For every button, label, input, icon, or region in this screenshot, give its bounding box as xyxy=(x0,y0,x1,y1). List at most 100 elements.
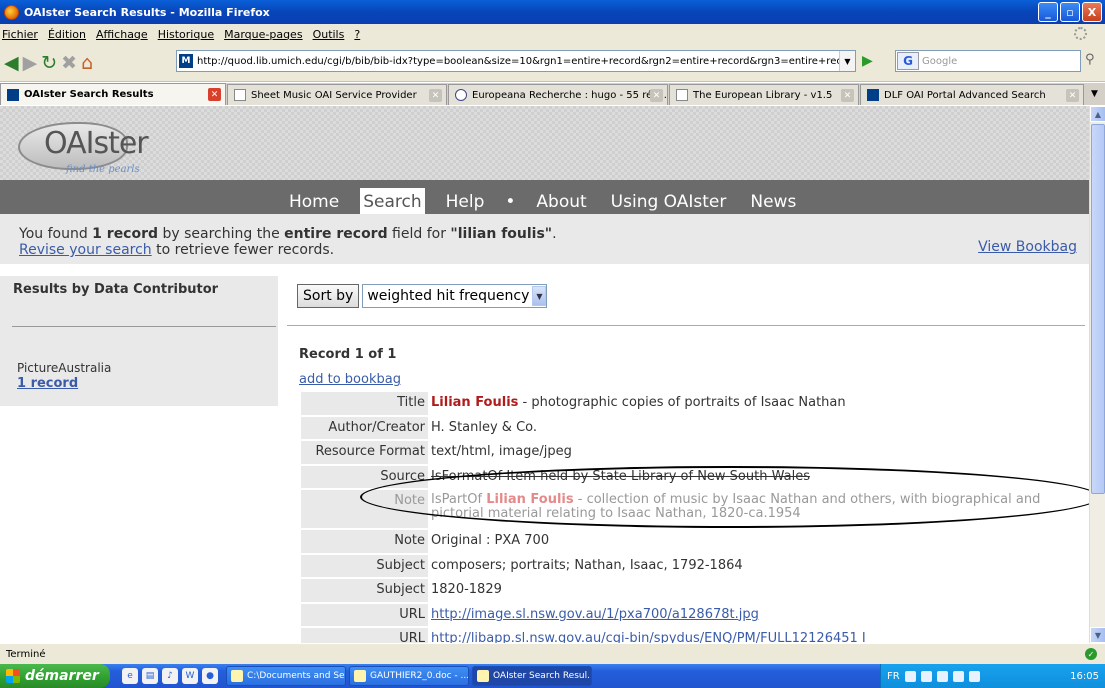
results-divider xyxy=(287,325,1085,326)
word-quicklaunch-icon[interactable]: W xyxy=(182,668,198,684)
tray-update-icon[interactable] xyxy=(968,670,980,682)
tab-close-icon[interactable]: ✕ xyxy=(841,89,854,102)
record-row-author: Author/Creator H. Stanley & Co. xyxy=(301,416,1086,439)
tab-favicon-icon xyxy=(676,89,688,101)
tray-security-icon[interactable] xyxy=(936,670,948,682)
scroll-thumb[interactable] xyxy=(1091,124,1105,494)
window-title: OAIster Search Results - Mozilla Firefox xyxy=(24,5,270,19)
reload-icon[interactable]: ↻ xyxy=(41,52,57,74)
scroll-up-icon[interactable]: ▲ xyxy=(1090,106,1105,122)
tray-volume-icon[interactable] xyxy=(920,670,932,682)
media-quicklaunch-icon[interactable]: ♪ xyxy=(162,668,178,684)
contributor-sidebar: Results by Data Contributor PictureAustr… xyxy=(0,276,278,406)
field-value: http://libapp.sl.nsw.gov.au/cgi-bin/spyd… xyxy=(428,628,866,643)
url-dropdown-icon[interactable]: ▼ xyxy=(839,51,855,71)
navigation-toolbar: ◀ ▶ ↻ ✖ ⌂ M http://quod.lib.umich.edu/cg… xyxy=(0,44,1105,82)
chevron-down-icon[interactable]: ▼ xyxy=(532,286,547,306)
tab-close-icon[interactable]: ✕ xyxy=(650,89,663,102)
tab-list-icon[interactable]: ▼ xyxy=(1091,89,1098,99)
url-bar[interactable]: M http://quod.lib.umich.edu/cgi/b/bib/bi… xyxy=(176,50,856,72)
tab-european-library[interactable]: The European Library - v1.5 ✕ xyxy=(669,84,859,105)
revise-search-link[interactable]: Revise your search xyxy=(19,242,152,258)
tab-close-icon[interactable]: ✕ xyxy=(1066,89,1079,102)
tab-sheet-music[interactable]: Sheet Music OAI Service Provider ✕ xyxy=(227,84,447,105)
tray-clock[interactable]: 16:05 xyxy=(1070,671,1099,682)
back-icon[interactable]: ◀ xyxy=(4,52,19,74)
language-indicator[interactable]: FR xyxy=(887,671,900,682)
menu-marque-pages[interactable]: Marque-pages xyxy=(224,28,302,41)
firefox-icon xyxy=(477,670,489,682)
tab-oaister[interactable]: OAIster Search Results ✕ xyxy=(0,83,226,105)
summary-text: field for xyxy=(387,226,451,242)
start-label: démarrer xyxy=(25,668,99,684)
menu-affichage[interactable]: Affichage xyxy=(96,28,148,41)
home-icon[interactable]: ⌂ xyxy=(81,52,93,74)
sidebar-divider xyxy=(12,326,276,327)
sort-by-button[interactable]: Sort by xyxy=(297,284,360,308)
firefox-quicklaunch-icon[interactable]: ● xyxy=(202,668,218,684)
sort-selected-value: weighted hit frequency xyxy=(367,288,530,304)
tab-favicon-icon xyxy=(7,88,19,101)
taskbar-window-firefox[interactable]: OAIster Search Resul... xyxy=(472,666,592,686)
logo-name: OAIster xyxy=(44,126,149,161)
menu-outils[interactable]: Outils xyxy=(313,28,345,41)
search-input[interactable]: G Google xyxy=(895,50,1081,72)
sort-select[interactable]: weighted hit frequency ▼ xyxy=(362,284,548,308)
taskbar-window-explorer[interactable]: C:\Documents and Se... xyxy=(226,666,346,686)
window-titlebar: OAIster Search Results - Mozilla Firefox… xyxy=(0,0,1105,24)
add-to-bookbag-link[interactable]: add to bookbag xyxy=(299,372,401,387)
nav-home[interactable]: Home xyxy=(286,188,342,214)
nav-search[interactable]: Search xyxy=(360,188,425,214)
menu-edition[interactable]: Édition xyxy=(48,28,86,41)
minimize-button[interactable]: _ xyxy=(1038,2,1058,22)
field-label: URL xyxy=(301,628,428,643)
nav-news[interactable]: News xyxy=(747,188,799,214)
catalog-url-link[interactable]: http://libapp.sl.nsw.gov.au/cgi-bin/spyd… xyxy=(431,631,866,643)
nav-using-oaister[interactable]: Using OAIster xyxy=(608,188,730,214)
tab-label: OAIster Search Results xyxy=(24,89,154,100)
summary-query: "lilian foulis" xyxy=(450,226,553,242)
menu-help[interactable]: ? xyxy=(354,28,360,41)
page-scrollbar[interactable]: ▲ ▼ xyxy=(1089,106,1105,643)
browser-quicklaunch-icon[interactable]: e xyxy=(122,668,138,684)
nav-help[interactable]: Help xyxy=(443,188,488,214)
firefox-icon xyxy=(4,4,19,20)
field-label: URL xyxy=(301,603,428,626)
summary-text: by searching the xyxy=(158,226,285,242)
close-button[interactable]: X xyxy=(1082,2,1102,22)
field-value: text/html, image/jpeg xyxy=(431,444,572,459)
field-label: Title xyxy=(301,392,428,415)
summary-field: entire record xyxy=(284,226,388,242)
nav-about[interactable]: About xyxy=(533,188,589,214)
tab-europeana[interactable]: Europeana Recherche : hugo - 55 résu... … xyxy=(448,84,668,105)
tray-network-icon[interactable] xyxy=(904,670,916,682)
menu-historique[interactable]: Historique xyxy=(158,28,214,41)
tray-antivirus-icon[interactable] xyxy=(952,670,964,682)
forward-icon[interactable]: ▶ xyxy=(23,52,38,74)
image-url-link[interactable]: http://image.sl.nsw.gov.au/1/pxa700/a128… xyxy=(431,607,759,622)
stop-icon[interactable]: ✖ xyxy=(61,52,77,74)
search-icon[interactable]: ⚲ xyxy=(1085,52,1095,67)
oaister-logo[interactable]: OAIster find the pearls xyxy=(18,112,178,176)
sidebar-heading: Results by Data Contributor xyxy=(13,282,219,297)
field-value: Original : PXA 700 xyxy=(431,533,550,548)
tab-close-icon[interactable]: ✕ xyxy=(429,89,442,102)
scroll-down-icon[interactable]: ▼ xyxy=(1090,627,1105,643)
page-content: OAIster find the pearls Home Search Help… xyxy=(0,106,1089,643)
start-button[interactable]: démarrer xyxy=(0,664,110,688)
maximize-button[interactable]: ▫ xyxy=(1060,2,1080,22)
view-bookbag-link[interactable]: View Bookbag xyxy=(978,239,1077,255)
folder-quicklaunch-icon[interactable]: ▤ xyxy=(142,668,158,684)
go-icon[interactable]: ▶ xyxy=(862,53,873,69)
contributor-count-link[interactable]: 1 record xyxy=(17,376,78,391)
google-engine-icon[interactable]: G xyxy=(897,52,919,70)
field-value: http://image.sl.nsw.gov.au/1/pxa700/a128… xyxy=(428,604,759,627)
menu-fichier[interactable]: Fichier xyxy=(2,28,38,41)
field-label: Subject xyxy=(301,554,428,577)
tab-dlf-portal[interactable]: DLF OAI Portal Advanced Search ✕ xyxy=(860,84,1084,105)
record-row-subject-date: Subject 1820-1829 xyxy=(301,579,1086,602)
status-text: Terminé xyxy=(6,648,46,660)
tab-close-icon[interactable]: ✕ xyxy=(208,88,221,101)
taskbar-window-word[interactable]: GAUTHIER2_0.doc - ... xyxy=(349,666,469,686)
field-label: Subject xyxy=(301,579,428,602)
